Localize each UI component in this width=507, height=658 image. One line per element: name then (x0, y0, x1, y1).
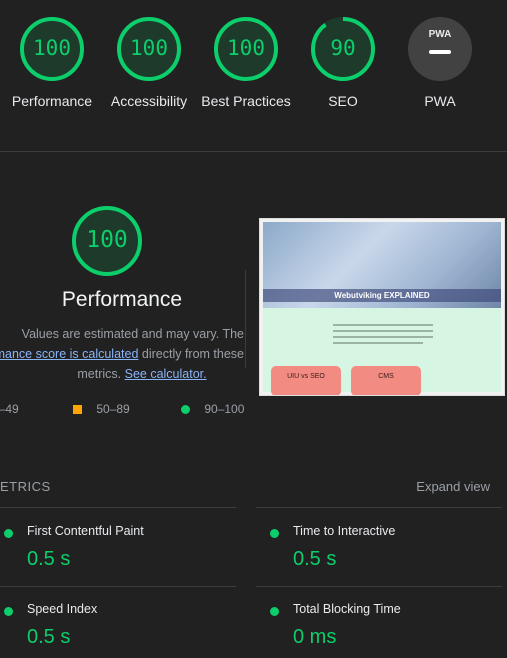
performance-title: Performance (61, 288, 183, 311)
gauge-label: PWA (424, 93, 456, 109)
metric-name: Time to Interactive (293, 524, 396, 538)
metrics-divider (256, 586, 502, 587)
metric-name: First Contentful Paint (27, 524, 144, 538)
screenshot-text-line (333, 342, 423, 344)
metrics-divider (256, 507, 502, 508)
metric-value: 0 ms (293, 626, 337, 648)
legend-fail-label: 0–49 (0, 402, 19, 416)
desc-line3: metrics. (77, 367, 125, 381)
screenshot-text-line (333, 330, 433, 332)
vertical-divider (245, 270, 246, 368)
section-divider (0, 151, 507, 152)
screenshot-card: CMS (351, 366, 421, 395)
metric-value: 0.5 s (27, 626, 71, 648)
screenshot-card: UIU vs SEO (271, 366, 341, 395)
screenshot-card-label: UIU vs SEO (287, 373, 325, 380)
score-calculated-link[interactable]: rmance score is calculated (0, 347, 138, 361)
screenshot-banner: Webutviking EXPLAINED (263, 289, 501, 302)
gauge-best-practices[interactable]: 100 Best Practices (201, 14, 291, 134)
legend-pass-label: 90–100 (204, 402, 245, 416)
pass-dot-icon (4, 529, 13, 538)
pass-dot-icon (270, 529, 279, 538)
performance-description: Values are estimated and may vary. The r… (0, 324, 244, 384)
metrics-heading: ETRICS (0, 479, 51, 494)
see-calculator-link[interactable]: See calculator. (125, 367, 207, 381)
gauge-accessibility[interactable]: 100 Accessibility (111, 14, 187, 134)
pass-dot-icon (4, 607, 13, 616)
pwa-badge-icon (408, 17, 472, 81)
legend-average-label: 50–89 (96, 402, 130, 416)
pwa-badge-text: PWA (428, 29, 452, 40)
screenshot-text-line (333, 324, 433, 326)
screenshot-card-label: CMS (378, 373, 394, 380)
gauge-score: 100 (86, 227, 128, 253)
gauge-label: Best Practices (201, 93, 291, 109)
gauge-label: Accessibility (110, 93, 188, 109)
metric-name: Total Blocking Time (293, 602, 401, 616)
legend-fail: 0–49 (0, 402, 19, 416)
gauge-performance[interactable]: 100 Performance (12, 14, 92, 134)
gauge-score: 100 (227, 36, 265, 60)
gauge-pwa[interactable]: PWA PWA (405, 14, 475, 134)
legend-pass-icon (181, 405, 190, 414)
metric-value: 0.5 s (27, 548, 71, 570)
gauge-seo[interactable]: 90 SEO (308, 14, 378, 134)
desc-line1: Values are estimated and may vary. The (21, 327, 244, 341)
gauge-score: 100 (33, 36, 71, 60)
legend-average-icon (73, 405, 82, 414)
page-screenshot-thumbnail[interactable]: Webutviking EXPLAINED UIU vs SEO CMS (259, 218, 505, 396)
screenshot-body: UIU vs SEO CMS (263, 308, 501, 395)
legend-average: 50–89 (73, 402, 130, 416)
gauge-score: 90 (330, 36, 356, 60)
expand-view-button[interactable]: Expand view (416, 479, 490, 494)
gauge-label: Performance (11, 93, 93, 109)
performance-gauge-large: 100 (70, 204, 144, 278)
gauge-label: SEO (328, 93, 358, 109)
pass-dot-icon (270, 607, 279, 616)
legend-pass: 90–100 (181, 402, 244, 416)
desc-mid: directly from these (138, 347, 244, 361)
metric-value: 0.5 s (293, 548, 337, 570)
metrics-divider (0, 586, 236, 587)
screenshot-text-line (333, 336, 433, 338)
screenshot-banner-text: Webutviking EXPLAINED (334, 291, 430, 300)
metric-name: Speed Index (27, 602, 98, 616)
gauge-score: 100 (130, 36, 168, 60)
metrics-divider (0, 507, 236, 508)
